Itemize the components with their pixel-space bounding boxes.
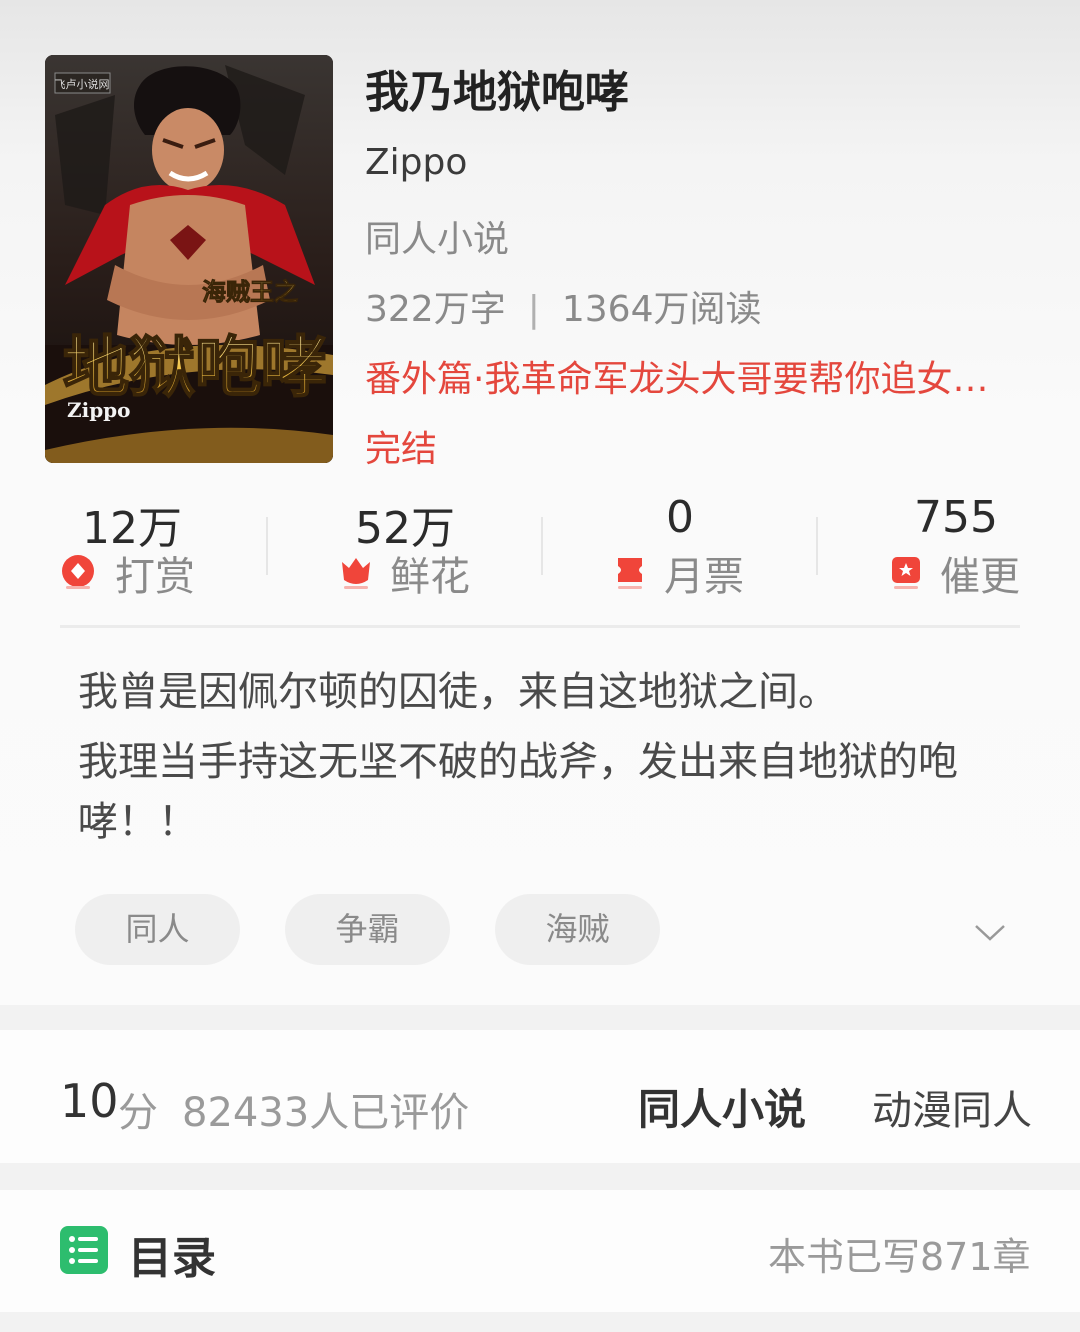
list-icon	[60, 1226, 108, 1274]
toc-title: 目录	[128, 1233, 216, 1284]
tag-chip[interactable]: 同人	[75, 894, 240, 965]
book-category[interactable]: 同人小说	[365, 210, 509, 262]
description-line: 我理当手持这无坚不破的战斧，发出来自地狱的咆哮！！	[78, 739, 958, 845]
cover-publisher-mark: 飞卢小说网	[55, 77, 110, 91]
category-link-sub[interactable]: 动漫同人	[872, 1078, 1032, 1136]
metric-label: 催更	[940, 554, 1020, 600]
metric-value: 755	[914, 492, 998, 543]
cover-subtitle: 海贼王之	[202, 277, 298, 306]
ticket-icon	[618, 558, 642, 589]
urge-icon	[892, 557, 920, 589]
chapter-count: 本书已写871章	[768, 1235, 1031, 1279]
book-status: 完结	[365, 429, 438, 470]
metric-divider	[266, 517, 268, 575]
flower-icon	[342, 558, 370, 589]
read-count: 1364万阅读	[561, 289, 762, 330]
cover-title: 地狱咆哮	[63, 328, 327, 406]
rating-score: 10	[60, 1074, 119, 1128]
metric-value: 0	[666, 492, 694, 543]
book-stats: 322万字 | 1364万阅读	[365, 280, 761, 332]
rating-row: 10 分 82433人已评价 同人小说 动漫同人	[0, 1030, 1080, 1163]
metric-reward[interactable]: 12万 打赏	[0, 492, 270, 602]
metric-label: 打赏	[115, 554, 195, 600]
chevron-down-icon[interactable]	[972, 920, 1008, 944]
stats-divider: |	[527, 289, 540, 330]
tag-chip[interactable]: 争霸	[285, 894, 450, 965]
latest-chapter-link[interactable]: 番外篇·我革命军龙头大哥要帮你追女…	[365, 350, 1025, 402]
metric-divider	[816, 517, 818, 575]
book-cover[interactable]: 飞卢小说网 海贼王之 地狱咆哮 Zippo	[45, 55, 333, 463]
category-link-main[interactable]: 同人小说	[638, 1076, 806, 1137]
tag-chip[interactable]: 海贼	[495, 894, 660, 965]
book-title: 我乃地狱咆哮	[365, 67, 629, 118]
reward-icon	[62, 555, 94, 589]
rating-count[interactable]: 82433人已评价	[182, 1080, 469, 1138]
description-line: 我曾是因佩尔顿的囚徒，来自这地狱之间。	[78, 669, 838, 715]
cover-author: Zippo	[67, 398, 131, 422]
metric-urge[interactable]: 755 催更	[810, 492, 1080, 602]
cover-art: 飞卢小说网 海贼王之 地狱咆哮 Zippo	[45, 55, 333, 463]
toc-row[interactable]: 目录 本书已写871章	[0, 1190, 1080, 1312]
book-author[interactable]: Zippo	[365, 142, 467, 183]
rating-score-unit: 分	[118, 1090, 158, 1136]
metric-label: 鲜花	[390, 554, 470, 600]
word-count: 322万字	[365, 289, 506, 330]
metric-label: 月票	[664, 554, 744, 600]
metric-flower[interactable]: 52万 鲜花	[270, 492, 540, 602]
section-divider	[60, 625, 1020, 628]
metric-ticket[interactable]: 0 月票	[540, 492, 810, 602]
metric-divider	[541, 517, 543, 575]
book-description[interactable]: 我曾是因佩尔顿的囚徒，来自这地狱之间。 我理当手持这无坚不破的战斧，发出来自地狱…	[78, 662, 1018, 862]
metrics-bar: 12万 打赏 52万 鲜花 0 月票 755 催更	[0, 492, 1080, 602]
